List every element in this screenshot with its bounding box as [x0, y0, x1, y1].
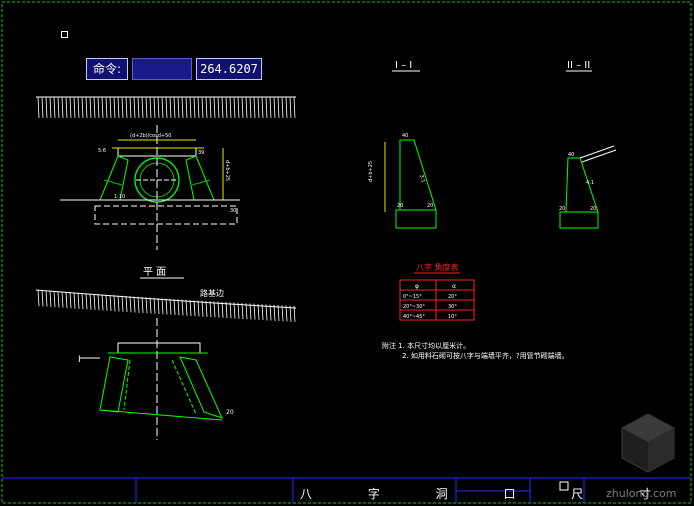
dim-right: 39	[198, 150, 204, 156]
dim-culvert-width: (d+2b)/cosd+50	[130, 133, 171, 139]
coordinate-readout[interactable]: 264.6207	[196, 58, 262, 80]
sec2-top: 40	[568, 152, 574, 158]
dim-plan-20: 20	[226, 409, 234, 416]
dim-slope: 1:10	[114, 194, 125, 200]
pick-box-cursor	[61, 31, 68, 38]
plan-title: 平 面	[143, 267, 166, 278]
table-header-alpha: α	[452, 283, 456, 290]
table-header-phi: φ	[415, 283, 419, 290]
angle-table: 八字 角度表 φ α 0°~15° 20° 20°~30° 30° 40°~45…	[399, 262, 475, 321]
sec1-right: 20	[427, 203, 433, 209]
watermark-text: zhulong.com	[606, 487, 677, 500]
sec2-slope: 4:1	[586, 180, 594, 186]
command-label: 命令:	[86, 58, 128, 80]
table-row: 20°	[448, 294, 457, 300]
dim-height: d+b+25	[224, 160, 230, 181]
table-row: 0°~15°	[403, 294, 422, 300]
table-row: 40°~45°	[403, 314, 425, 320]
section1-title: I – I	[395, 60, 412, 71]
sec1-slope: 3:1	[418, 174, 426, 183]
dim-left: 5:6	[98, 148, 106, 154]
note-line-2: 2. 如用料石砌可按八字与端墙平齐，?用管节砌端墙。	[402, 351, 569, 360]
section-1: I – I 40 d+b+25 3:1 20 20	[368, 60, 437, 229]
table-row: 20°~30°	[403, 304, 425, 310]
section-2: II – II 40 4:1 20 20	[559, 60, 617, 229]
section-mark: I	[78, 355, 81, 365]
plan-view: 平 面 路基边 I 20	[35, 267, 297, 440]
section2-title: II – II	[567, 60, 590, 71]
front-elevation: (d+2b)/cosd+50 5:6 39 d+b+25 30 1:10	[36, 96, 296, 250]
watermark-cube-icon	[621, 413, 675, 473]
notes: 附注 1. 本尺寸均以厘米计。 2. 如用料石砌可按八字与端墙平齐，?用管节砌端…	[382, 341, 569, 360]
sec2-right: 20	[590, 206, 596, 212]
table-title: 八字 角度表	[416, 262, 459, 272]
road-label: 路基边	[200, 288, 224, 298]
table-row: 30°	[448, 304, 457, 310]
command-input[interactable]	[132, 58, 192, 80]
sec2-left: 20	[559, 206, 565, 212]
command-bar: 命令: 264.6207	[86, 58, 262, 80]
note-line-1: 附注 1. 本尺寸均以厘米计。	[382, 341, 470, 350]
sec1-h: d+b+25	[368, 161, 374, 182]
dim-base: 30	[230, 208, 236, 214]
sec1-left: 20	[397, 203, 403, 209]
table-row: 10°	[448, 314, 457, 320]
sec1-top: 40	[402, 133, 408, 139]
